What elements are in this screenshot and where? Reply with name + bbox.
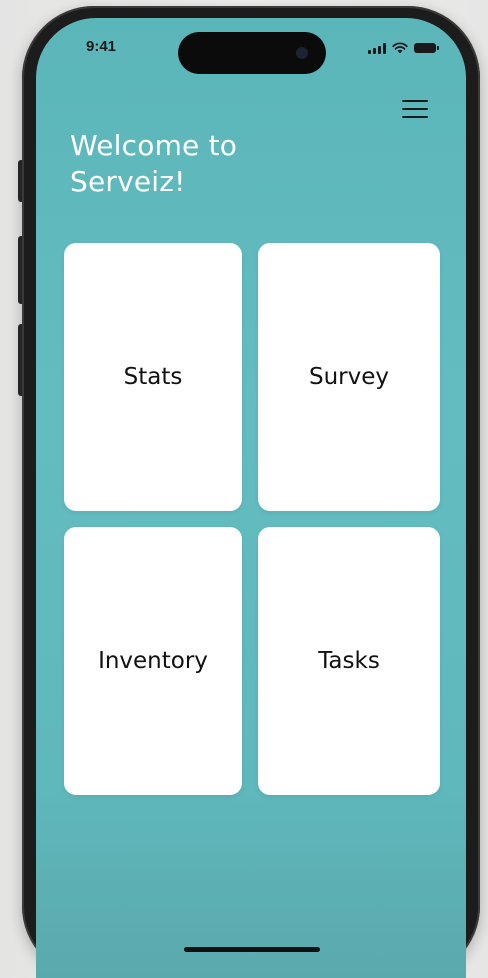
survey-card[interactable]: Survey bbox=[258, 243, 440, 511]
inventory-card[interactable]: Inventory bbox=[64, 527, 242, 795]
signal-icon bbox=[368, 42, 386, 54]
status-bar: 9:41 bbox=[36, 18, 466, 78]
welcome-heading: Welcome to Serveiz! bbox=[70, 129, 238, 198]
hamburger-menu-icon[interactable] bbox=[402, 100, 428, 118]
app-screen: 9:41 Welcome to Serveiz! Stats Survey In… bbox=[36, 18, 466, 978]
card-label: Inventory bbox=[98, 648, 208, 674]
status-icons bbox=[368, 42, 439, 54]
card-label: Survey bbox=[308, 364, 389, 390]
stage: 9:41 Welcome to Serveiz! Stats Survey In… bbox=[0, 0, 488, 978]
battery-icon bbox=[414, 43, 439, 53]
stats-card[interactable]: Stats bbox=[64, 243, 242, 511]
tasks-card[interactable]: Tasks bbox=[258, 527, 440, 795]
camera-icon bbox=[296, 47, 308, 59]
card-label: Stats bbox=[123, 364, 183, 390]
dynamic-island bbox=[178, 32, 326, 74]
card-label: Tasks bbox=[318, 648, 380, 674]
home-indicator[interactable] bbox=[184, 947, 320, 952]
phone-frame: 9:41 Welcome to Serveiz! Stats Survey In… bbox=[22, 6, 480, 978]
status-time: 9:41 bbox=[86, 38, 117, 55]
wifi-icon bbox=[392, 42, 408, 54]
